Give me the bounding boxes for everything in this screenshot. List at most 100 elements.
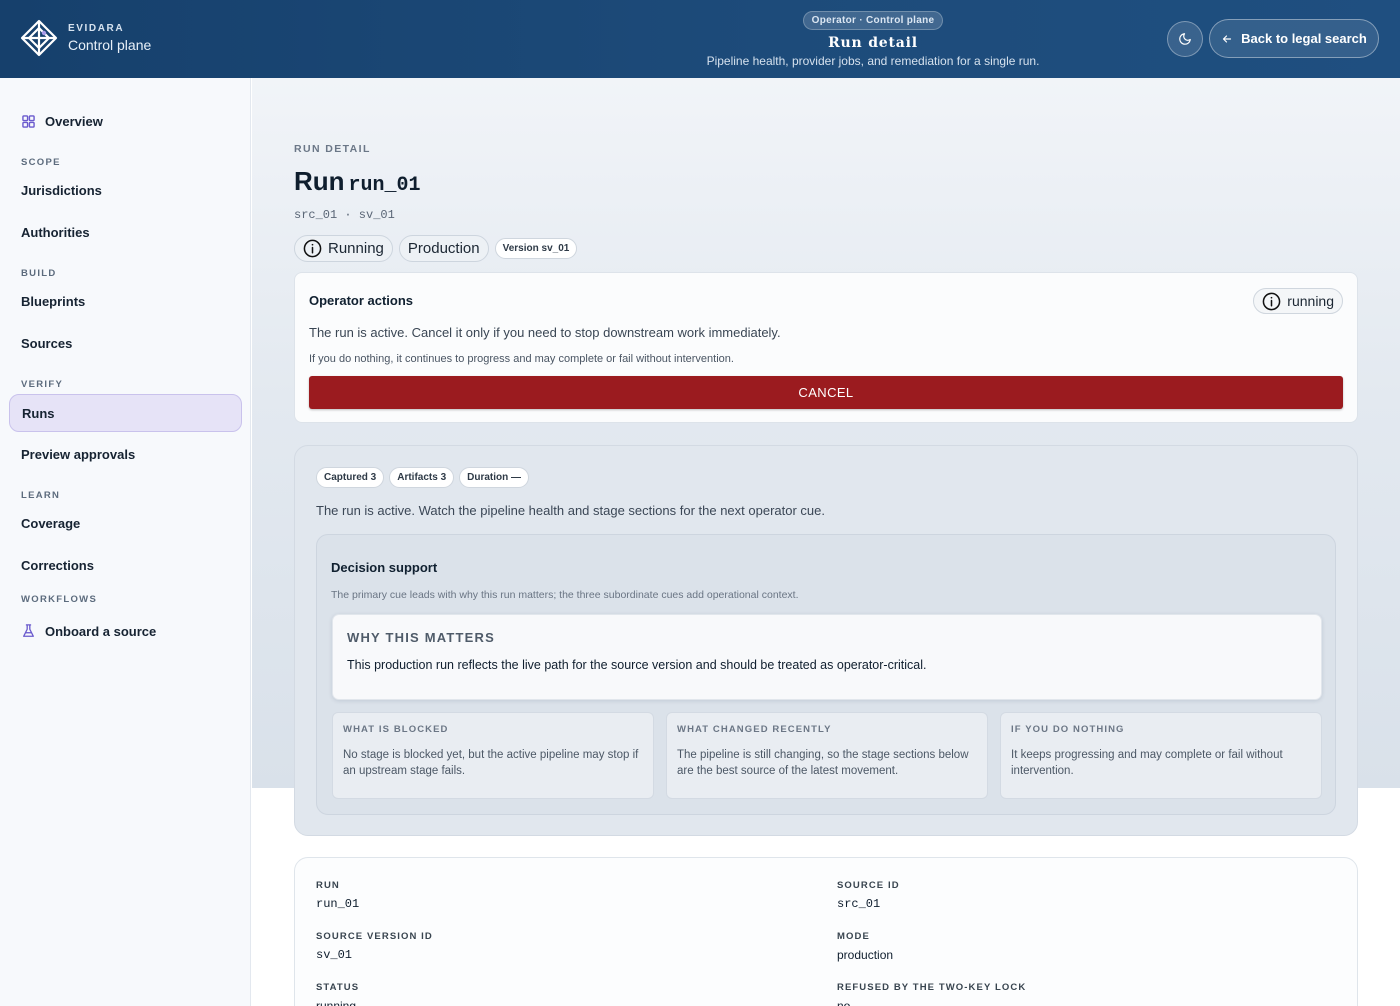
- cue-card-do-nothing: IF YOU DO NOTHING It keeps progressing a…: [1000, 712, 1322, 799]
- why-this-matters-heading: WHY THIS MATTERS: [347, 630, 495, 645]
- grid-icon: [21, 114, 35, 128]
- brand[interactable]: EVIDARA Control plane: [20, 19, 151, 57]
- why-this-matters-card: WHY THIS MATTERS This production run ref…: [332, 614, 1322, 700]
- operator-actions-title: Operator actions: [309, 293, 414, 308]
- sidebar-item-label: Preview approvals: [21, 446, 136, 462]
- sidebar-item-sources[interactable]: Sources: [9, 324, 242, 362]
- sidebar-item-onboard-source[interactable]: Onboard a source: [9, 612, 242, 650]
- cue-heading: WHAT IS BLOCKED: [343, 724, 449, 735]
- sidebar-item-label: Coverage: [21, 515, 81, 531]
- sidebar-item-coverage[interactable]: Coverage: [9, 504, 242, 542]
- sidebar-item-label: Blueprints: [21, 293, 86, 309]
- field-label: STATUS: [316, 982, 360, 993]
- run-id: run_01: [348, 174, 421, 197]
- run-chips: Running Production Version sv_01: [294, 235, 578, 262]
- info-icon: [303, 239, 322, 258]
- info-icon: [1262, 292, 1281, 310]
- nav-section-learn: LEARN: [21, 490, 61, 501]
- context-pill: Operator · Control plane: [802, 11, 944, 30]
- field-run: RUN run_01: [316, 880, 359, 911]
- mode-chip-label: Production: [407, 240, 480, 257]
- mode-chip: Production: [398, 235, 489, 262]
- top-bar: EVIDARA Control plane Operator · Control…: [0, 0, 1400, 78]
- arrow-left-icon: [1223, 34, 1232, 43]
- field-value: src_01: [837, 897, 881, 911]
- sidebar-item-label: Jurisdictions: [21, 182, 102, 198]
- sidebar-item-label: Authorities: [21, 224, 90, 240]
- field-value: running: [316, 999, 357, 1006]
- field-label: MODE: [837, 931, 870, 942]
- run-ids: src_01 · sv_01: [294, 208, 395, 222]
- back-button-label: Back to legal search: [1241, 31, 1367, 46]
- nav-section-verify: VERIFY: [21, 379, 64, 390]
- evidara-logo-icon: [20, 19, 58, 57]
- duration-chip: Duration —: [459, 467, 530, 488]
- page-kicker: RUN DETAIL: [294, 143, 371, 155]
- version-chip: Version sv_01: [494, 238, 578, 259]
- sidebar-item-label: Overview: [45, 113, 103, 129]
- summary-description: The run is active. Watch the pipeline he…: [316, 503, 825, 518]
- sidebar-item-label: Onboard a source: [45, 623, 157, 639]
- sidebar-item-corrections[interactable]: Corrections: [9, 546, 242, 584]
- sidebar-item-label: Sources: [21, 335, 73, 351]
- sidebar-item-runs[interactable]: Runs: [9, 394, 242, 432]
- cue-text: It keeps progressing and may complete or…: [1011, 749, 1283, 777]
- status-badge: running: [1253, 288, 1343, 314]
- brand-name: Control plane: [68, 36, 152, 53]
- field-source-version-id: SOURCE VERSION ID sv_01: [316, 931, 433, 962]
- cue-text: The pipeline is still changing, so the s…: [677, 749, 969, 777]
- field-label: RUN: [316, 880, 340, 891]
- cue-card-blocked: WHAT IS BLOCKED No stage is blocked yet,…: [332, 712, 654, 799]
- decision-support-title: Decision support: [331, 560, 438, 575]
- sidebar-item-label: Corrections: [21, 557, 94, 573]
- theme-toggle-button[interactable]: [1167, 21, 1203, 57]
- operator-actions-card: Operator actions running The run is acti…: [294, 272, 1358, 423]
- page-title: Run detail: [828, 35, 918, 51]
- back-to-legal-search-button[interactable]: Back to legal search: [1209, 19, 1379, 58]
- why-this-matters-text: This production run reflects the live pa…: [347, 658, 927, 672]
- field-status: STATUS running: [316, 982, 359, 1006]
- sidebar-item-label: Runs: [22, 405, 55, 421]
- brand-kicker: EVIDARA: [68, 22, 125, 34]
- nav-section-workflows: WORKFLOWS: [21, 594, 98, 605]
- summary-chips: Captured 3 Artifacts 3 Duration —: [316, 467, 530, 488]
- field-value: production: [837, 948, 894, 962]
- status-badge-label: running: [1287, 293, 1334, 309]
- nav-section-build: BUILD: [21, 268, 57, 279]
- cue-card-changed: WHAT CHANGED RECENTLY The pipeline is st…: [666, 712, 988, 799]
- field-value: sv_01: [316, 948, 353, 962]
- sidebar-item-jurisdictions[interactable]: Jurisdictions: [9, 171, 242, 209]
- sidebar-item-authorities[interactable]: Authorities: [9, 213, 242, 251]
- sidebar-item-preview-approvals[interactable]: Preview approvals: [9, 435, 242, 473]
- run-details-card: RUN run_01 SOURCE ID src_01 SOURCE VERSI…: [294, 857, 1358, 1006]
- page-subtitle: Pipeline health, provider jobs, and reme…: [706, 54, 1040, 68]
- decision-support-subtitle: The primary cue leads with why this run …: [331, 589, 799, 601]
- nav-section-scope: SCOPE: [21, 157, 61, 168]
- field-value: run_01: [316, 897, 360, 911]
- field-label: SOURCE VERSION ID: [316, 931, 433, 942]
- artifacts-chip: Artifacts 3: [389, 467, 455, 488]
- cue-text: No stage is blocked yet, but the active …: [343, 749, 639, 777]
- field-mode: MODE production: [837, 931, 893, 962]
- field-value: no: [837, 999, 851, 1006]
- cancel-run-button[interactable]: CANCEL: [309, 376, 1343, 409]
- moon-icon: [1179, 33, 1191, 45]
- sidebar-item-blueprints[interactable]: Blueprints: [9, 282, 242, 320]
- status-chip: Running: [294, 235, 393, 262]
- decision-support-panel: Decision support The primary cue leads w…: [316, 534, 1336, 815]
- run-title-prefix: Run: [294, 166, 345, 196]
- sidebar: Overview SCOPE Jurisdictions Authorities…: [0, 78, 251, 1006]
- flask-icon: [21, 624, 35, 638]
- operator-note: If you do nothing, it continues to progr…: [309, 353, 734, 365]
- header-center: Operator · Control plane Run detail Pipe…: [690, 10, 1056, 68]
- field-source-id: SOURCE ID src_01: [837, 880, 900, 911]
- operator-description: The run is active. Cancel it only if you…: [309, 325, 781, 340]
- field-label: SOURCE ID: [837, 880, 900, 891]
- run-title: Run run_01: [294, 166, 421, 197]
- field-label: REFUSED BY THE TWO-KEY LOCK: [837, 982, 1027, 993]
- field-refused-two-key: REFUSED BY THE TWO-KEY LOCK no: [837, 982, 1026, 1006]
- status-chip-label: Running: [328, 240, 384, 257]
- sidebar-item-overview[interactable]: Overview: [9, 102, 242, 140]
- cue-heading: IF YOU DO NOTHING: [1011, 724, 1125, 735]
- captured-chip: Captured 3: [316, 467, 385, 488]
